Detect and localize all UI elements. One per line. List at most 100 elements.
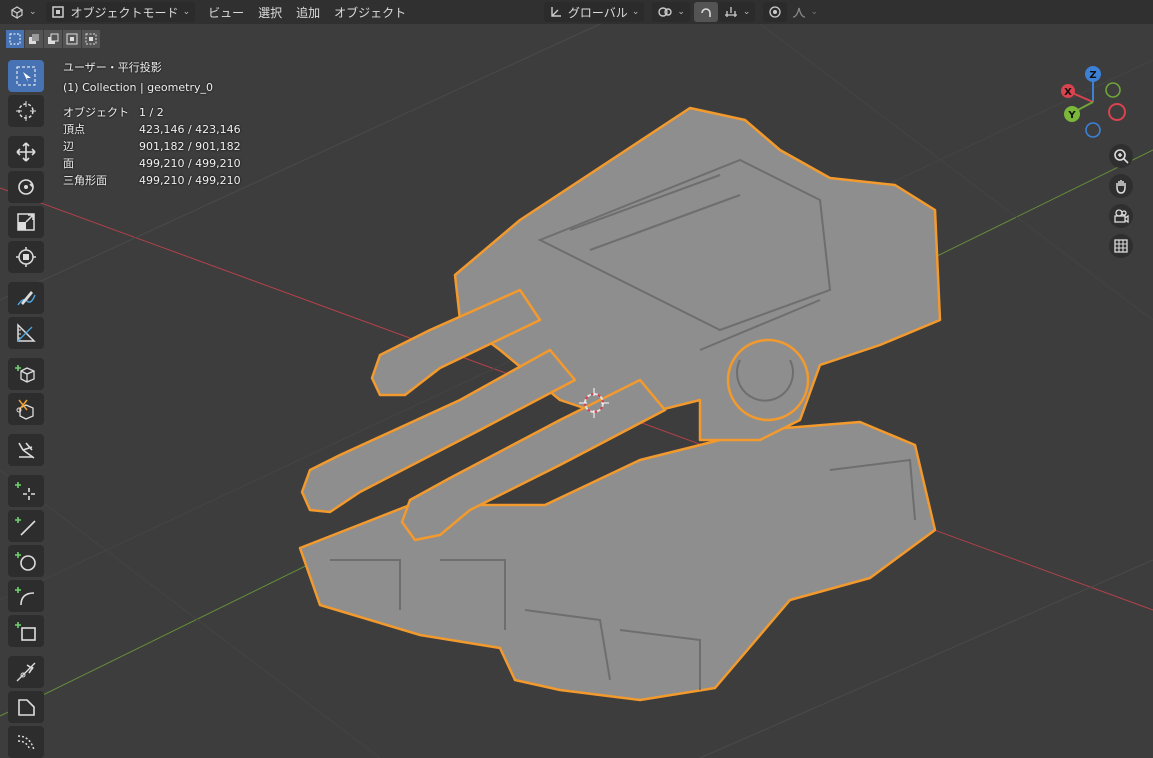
stat-triangles: 三角形面 499,210 / 499,210 xyxy=(63,172,241,189)
transform-orientation-selector[interactable]: グローバル ⌄ xyxy=(543,2,645,22)
orientation-label: グローバル xyxy=(567,5,628,20)
stat-objects: オブジェクト 1 / 2 xyxy=(63,104,241,121)
tool-circle-add[interactable] xyxy=(8,545,44,577)
proportional-icon xyxy=(769,6,782,18)
tool-curve[interactable] xyxy=(8,726,44,758)
measure-icon xyxy=(17,323,36,342)
view-name: ユーザー・平行投影 xyxy=(63,61,162,74)
select-mode-buttons xyxy=(6,30,101,48)
tool-extrude[interactable] xyxy=(8,393,44,425)
chevron-down-icon: ⌄ xyxy=(677,7,685,17)
select-extend-icon xyxy=(29,34,39,44)
tool-transform[interactable] xyxy=(8,241,44,273)
stat-vertices: 頂点 423,146 / 423,146 xyxy=(63,121,241,138)
curve-icon xyxy=(17,735,35,751)
snap-target-selector[interactable]: ⌄ xyxy=(717,2,756,22)
editor-type-button[interactable]: ⌄ xyxy=(4,2,42,22)
tool-rect-add[interactable] xyxy=(8,615,44,647)
viewport-header: ⌄ オブジェクトモード ⌄ ビュー 選択 追加 オブジェクト グローバル ⌄ ⌄… xyxy=(0,0,1153,24)
stat-value: 1 / 2 xyxy=(139,106,164,119)
menu-select[interactable]: 選択 xyxy=(251,4,289,21)
tool-shear[interactable] xyxy=(8,434,44,466)
tool-measure[interactable] xyxy=(8,317,44,349)
zoom-button[interactable] xyxy=(1109,144,1133,168)
grid-icon xyxy=(1114,239,1128,253)
select-subtract-button[interactable] xyxy=(44,30,62,48)
proportional-editing-toggle[interactable] xyxy=(763,2,788,22)
arc-add-icon xyxy=(15,587,35,606)
select-intersect-button[interactable] xyxy=(82,30,100,48)
tool-add-cube[interactable] xyxy=(8,358,44,390)
scene-statistics: オブジェクト 1 / 2 頂点 423,146 / 423,146 辺 901,182… xyxy=(63,104,241,189)
tool-select-box[interactable] xyxy=(8,60,44,92)
shear-icon xyxy=(18,442,35,459)
rect-add-icon xyxy=(15,622,36,641)
tool-line-add[interactable] xyxy=(8,510,44,542)
snap-target-icon xyxy=(724,7,737,17)
ortho-toggle-button[interactable] xyxy=(1109,234,1133,258)
gizmo-neg-z xyxy=(1085,122,1101,138)
select-intersect-icon xyxy=(85,33,97,45)
cursor-icon xyxy=(16,101,36,121)
tool-vertex-add[interactable] xyxy=(8,475,44,507)
navigation-gizmo[interactable]: Z X Y xyxy=(1055,62,1130,142)
select-extend-button[interactable] xyxy=(25,30,43,48)
camera-view-button[interactable] xyxy=(1109,204,1133,228)
gizmo-y-label: Y xyxy=(1067,110,1076,121)
pivot-selector[interactable]: ⌄ xyxy=(652,2,690,22)
gizmo-x-label: X xyxy=(1064,87,1072,98)
select-subtract-icon xyxy=(48,33,59,44)
vertex-add-icon xyxy=(15,482,35,500)
stat-faces: 面 499,210 / 499,210 xyxy=(63,155,241,172)
snap-toggle[interactable] xyxy=(693,2,718,22)
select-box-icon xyxy=(16,66,36,86)
chevron-down-icon: ⌄ xyxy=(631,7,640,17)
menu-view[interactable]: ビュー xyxy=(201,4,251,21)
stat-edges: 辺 901,182 / 901,182 xyxy=(63,138,241,155)
tool-arc-add[interactable] xyxy=(8,580,44,612)
chevron-down-icon: ⌄ xyxy=(29,7,37,17)
tool-knife[interactable] xyxy=(8,656,44,688)
object-mode-icon xyxy=(51,6,64,18)
tool-annotate[interactable] xyxy=(8,282,44,314)
mode-label: オブジェクトモード xyxy=(70,5,179,20)
bevel-icon xyxy=(18,699,35,716)
falloff-selector[interactable]: ⌄ xyxy=(787,2,823,22)
extrude-icon xyxy=(16,399,34,420)
stat-label: 頂点 xyxy=(63,123,85,136)
orientation-icon xyxy=(551,7,561,17)
stat-value: 499,210 / 499,210 xyxy=(139,157,241,170)
tool-bevel[interactable] xyxy=(8,691,44,723)
tool-cursor[interactable] xyxy=(8,95,44,127)
gizmo-z-label: Z xyxy=(1089,70,1096,81)
hand-icon xyxy=(1116,180,1126,194)
scale-icon xyxy=(17,213,35,231)
pan-button[interactable] xyxy=(1109,174,1133,198)
tool-rotate[interactable] xyxy=(8,171,44,203)
zoom-icon xyxy=(1114,149,1129,164)
circle-add-icon xyxy=(15,552,36,571)
select-new-icon xyxy=(9,33,21,45)
stat-label: オブジェクト xyxy=(63,106,129,119)
chevron-down-icon: ⌄ xyxy=(810,7,818,17)
tool-scale[interactable] xyxy=(8,206,44,238)
stat-label: 辺 xyxy=(63,140,74,153)
menu-object[interactable]: オブジェクト xyxy=(327,4,413,21)
select-invert-button[interactable] xyxy=(63,30,81,48)
rotate-icon xyxy=(18,179,34,195)
chevron-down-icon: ⌄ xyxy=(742,7,751,17)
annotate-icon xyxy=(17,291,36,306)
menu-add[interactable]: 追加 xyxy=(289,4,327,21)
tool-move[interactable] xyxy=(8,136,44,168)
viewport-info: ユーザー・平行投影 (1) Collection | geometry_0 xyxy=(63,58,213,98)
snap-icon xyxy=(701,8,711,17)
gizmo-neg-x xyxy=(1108,103,1126,121)
stat-value: 901,182 / 901,182 xyxy=(139,140,241,153)
select-new-button[interactable] xyxy=(6,30,24,48)
pivot-icon xyxy=(658,7,673,17)
transform-icon xyxy=(16,247,36,267)
chevron-down-icon: ⌄ xyxy=(182,7,191,17)
mode-selector[interactable]: オブジェクトモード ⌄ xyxy=(45,2,196,22)
line-add-icon xyxy=(15,517,36,536)
stat-value: 499,210 / 499,210 xyxy=(139,174,241,187)
